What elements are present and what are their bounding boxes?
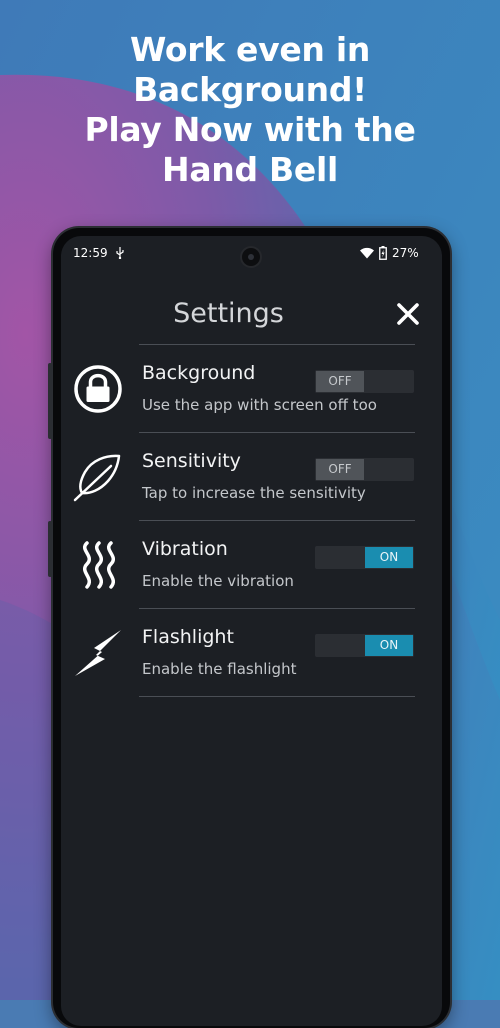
wifi-icon [360,247,374,259]
setting-row-sensitivity[interactable]: Sensitivity Tap to increase the sensitiv… [61,432,442,520]
promo-line-2: Background! [133,70,367,109]
promo-line-4: Hand Bell [162,150,338,189]
phone-side-button-top [48,363,52,439]
vibration-toggle[interactable]: ON [315,546,414,569]
setting-title: Sensitivity [142,450,241,472]
setting-title: Flashlight [142,626,234,648]
toggle-state-label: ON [365,547,413,568]
front-camera [242,248,260,266]
promo-line-3: Play Now with the [84,110,416,149]
setting-row-vibration[interactable]: Vibration Enable the vibration ON [61,520,442,608]
background-toggle[interactable]: OFF [315,370,414,393]
setting-title: Vibration [142,538,228,560]
promo-line-1: Work even in [129,30,371,69]
battery-icon [379,246,387,260]
setting-row-flashlight[interactable]: Flashlight Enable the flashlight ON [61,608,442,696]
status-bar: 12:59 27% [61,236,442,276]
flashlight-toggle[interactable]: ON [315,634,414,657]
toggle-state-label: OFF [316,371,364,392]
sensitivity-toggle[interactable]: OFF [315,458,414,481]
usb-icon [116,247,124,259]
setting-row-background[interactable]: Background Use the app with screen off t… [61,344,442,432]
setting-title: Background [142,362,256,384]
close-icon [397,303,419,325]
toggle-state-label: OFF [316,459,364,480]
toggle-state-label: ON [365,635,413,656]
setting-subtitle: Enable the vibration [142,572,294,590]
feather-icon [73,454,121,502]
phone-screen: 12:59 27% Settings Background Use the ap… [61,236,442,1026]
setting-subtitle: Use the app with screen off too [142,396,377,414]
setting-subtitle: Enable the flashlight [142,660,297,678]
lock-icon [74,365,122,413]
phone-frame: 12:59 27% Settings Background Use the ap… [48,228,450,1028]
setting-subtitle: Tap to increase the sensitivity [142,484,366,502]
status-time: 12:59 [73,246,108,260]
phone-side-button-bottom [48,521,52,577]
promo-headline: Work even in Background! Play Now with t… [0,30,500,190]
divider [139,696,415,697]
vibration-icon [83,541,115,589]
battery-percentage: 27% [392,246,419,260]
settings-title: Settings [173,298,284,329]
lightning-icon [75,630,121,676]
close-button[interactable] [395,301,421,327]
